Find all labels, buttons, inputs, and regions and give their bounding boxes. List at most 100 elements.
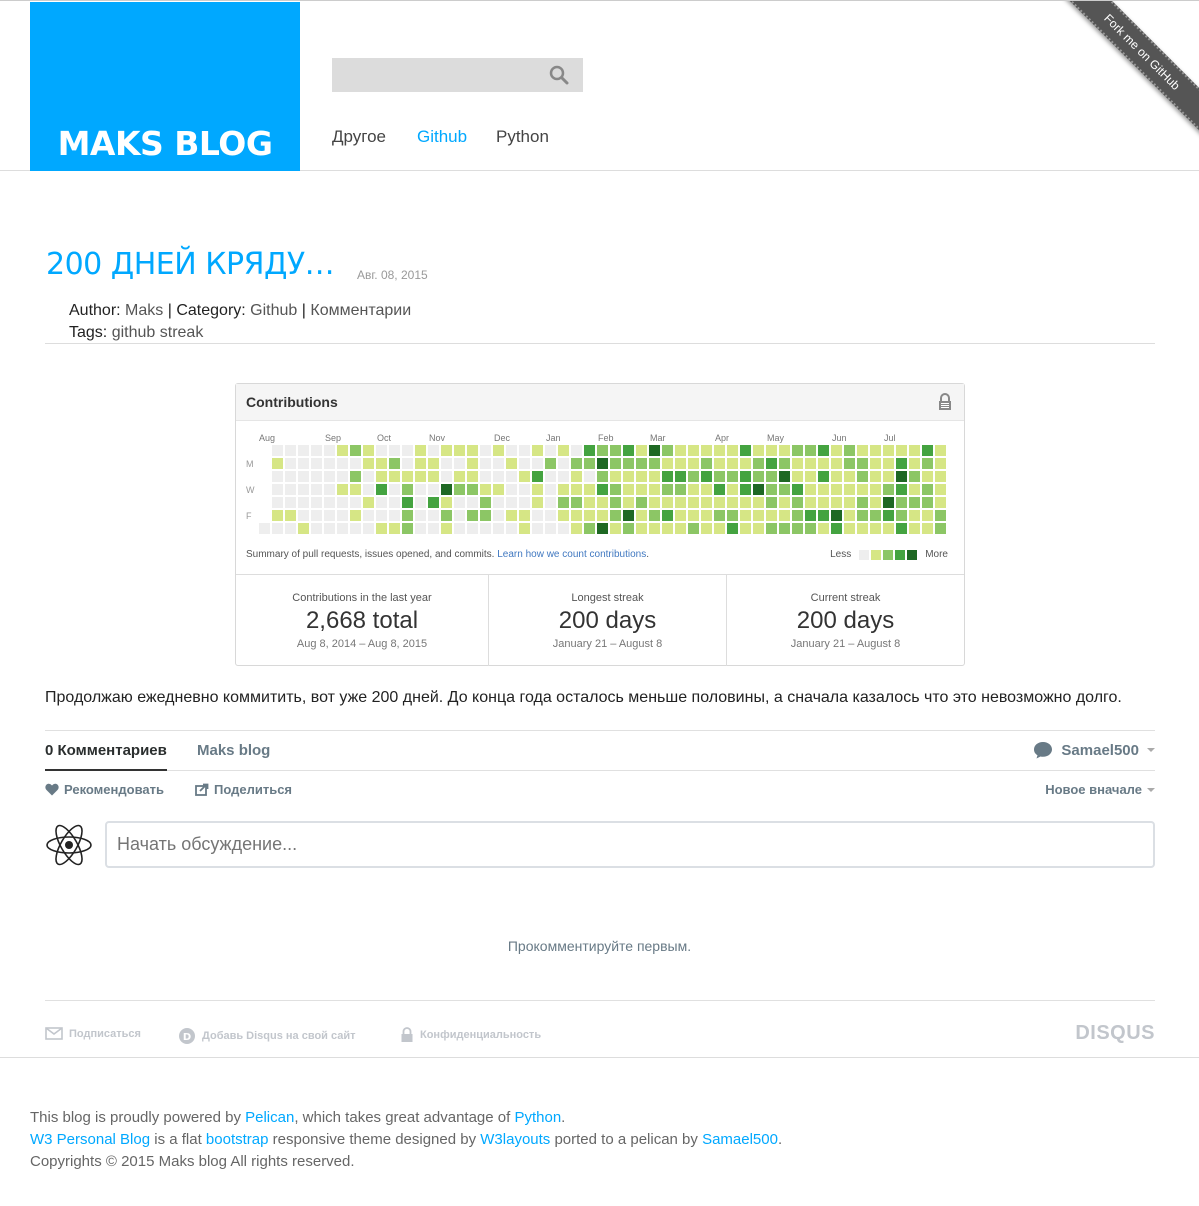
contribution-day[interactable] (610, 484, 621, 495)
contribution-day[interactable] (753, 497, 764, 508)
contribution-day[interactable] (857, 458, 868, 469)
site-title[interactable]: MAKS BLOG (30, 124, 300, 163)
contribution-day[interactable] (441, 471, 452, 482)
contribution-day[interactable] (506, 458, 517, 469)
contribution-day[interactable] (792, 510, 803, 521)
contribution-day[interactable] (428, 458, 439, 469)
contribution-day[interactable] (649, 523, 660, 534)
contribution-day[interactable] (896, 458, 907, 469)
contribution-day[interactable] (441, 484, 452, 495)
python-link[interactable]: Python (514, 1109, 561, 1126)
contribution-day[interactable] (610, 458, 621, 469)
contribution-day[interactable] (324, 484, 335, 495)
contribution-day[interactable] (428, 523, 439, 534)
contribution-day[interactable] (883, 497, 894, 508)
contribution-day[interactable] (831, 510, 842, 521)
contribution-day[interactable] (584, 471, 595, 482)
author-github-link[interactable]: Samael500 (702, 1131, 778, 1148)
contribution-day[interactable] (441, 510, 452, 521)
contribution-day[interactable] (818, 484, 829, 495)
contribution-day[interactable] (350, 484, 361, 495)
contribution-day[interactable] (428, 471, 439, 482)
contribution-day[interactable] (493, 510, 504, 521)
contribution-day[interactable] (545, 523, 556, 534)
contribution-day[interactable] (818, 471, 829, 482)
contribution-day[interactable] (415, 497, 426, 508)
contribution-day[interactable] (272, 510, 283, 521)
contribution-day[interactable] (636, 445, 647, 456)
contribution-day[interactable] (662, 445, 673, 456)
contribution-day[interactable] (857, 497, 868, 508)
contribution-day[interactable] (519, 458, 530, 469)
contribution-day[interactable] (753, 523, 764, 534)
contribution-day[interactable] (896, 484, 907, 495)
search-input[interactable] (332, 58, 542, 92)
contribution-day[interactable] (662, 458, 673, 469)
contribution-day[interactable] (701, 510, 712, 521)
contribution-day[interactable] (597, 523, 608, 534)
contribution-day[interactable] (753, 445, 764, 456)
contribution-day[interactable] (649, 497, 660, 508)
contribution-day[interactable] (350, 510, 361, 521)
contribution-day[interactable] (714, 523, 725, 534)
contribution-day[interactable] (467, 484, 478, 495)
contribution-day[interactable] (298, 510, 309, 521)
contribution-day[interactable] (493, 458, 504, 469)
contribution-day[interactable] (597, 484, 608, 495)
contribution-day[interactable] (909, 471, 920, 482)
contribution-day[interactable] (675, 471, 686, 482)
contribution-day[interactable] (779, 523, 790, 534)
contribution-day[interactable] (727, 497, 738, 508)
contribution-day[interactable] (597, 497, 608, 508)
contribution-day[interactable] (857, 484, 868, 495)
contribution-day[interactable] (688, 523, 699, 534)
contribution-day[interactable] (857, 471, 868, 482)
contribution-day[interactable] (298, 484, 309, 495)
contribution-day[interactable] (805, 510, 816, 521)
contribution-day[interactable] (454, 445, 465, 456)
contribution-day[interactable] (766, 523, 777, 534)
contribution-day[interactable] (324, 510, 335, 521)
contribution-day[interactable] (831, 523, 842, 534)
contribution-day[interactable] (896, 523, 907, 534)
contribution-day[interactable] (376, 445, 387, 456)
contribution-day[interactable] (363, 497, 374, 508)
contribution-day[interactable] (259, 523, 270, 534)
pelican-link[interactable]: Pelican (245, 1109, 294, 1126)
contribution-day[interactable] (506, 471, 517, 482)
contribution-day[interactable] (545, 484, 556, 495)
contribution-day[interactable] (805, 445, 816, 456)
contribution-day[interactable] (675, 484, 686, 495)
contribution-day[interactable] (545, 471, 556, 482)
contribution-day[interactable] (389, 458, 400, 469)
contribution-day[interactable] (272, 497, 283, 508)
contribution-day[interactable] (857, 523, 868, 534)
contribution-day[interactable] (740, 471, 751, 482)
contribution-day[interactable] (389, 484, 400, 495)
contribution-day[interactable] (649, 471, 660, 482)
contribution-day[interactable] (285, 484, 296, 495)
contribution-day[interactable] (415, 484, 426, 495)
contribution-day[interactable] (766, 458, 777, 469)
contribution-day[interactable] (935, 458, 946, 469)
contribution-day[interactable] (688, 510, 699, 521)
contribution-day[interactable] (818, 445, 829, 456)
contribution-day[interactable] (363, 510, 374, 521)
contribution-day[interactable] (532, 458, 543, 469)
contribution-day[interactable] (298, 445, 309, 456)
contribution-day[interactable] (896, 510, 907, 521)
contribution-day[interactable] (623, 471, 634, 482)
contribution-day[interactable] (896, 497, 907, 508)
contribution-day[interactable] (519, 523, 530, 534)
contribution-day[interactable] (727, 458, 738, 469)
contribution-day[interactable] (779, 484, 790, 495)
contribution-day[interactable] (792, 523, 803, 534)
contribution-day[interactable] (714, 484, 725, 495)
contribution-day[interactable] (519, 471, 530, 482)
comments-link[interactable]: Комментарии (310, 302, 411, 319)
contribution-day[interactable] (402, 458, 413, 469)
user-avatar[interactable] (45, 821, 93, 869)
contribution-day[interactable] (610, 497, 621, 508)
contribution-day[interactable] (636, 471, 647, 482)
contribution-day[interactable] (740, 497, 751, 508)
